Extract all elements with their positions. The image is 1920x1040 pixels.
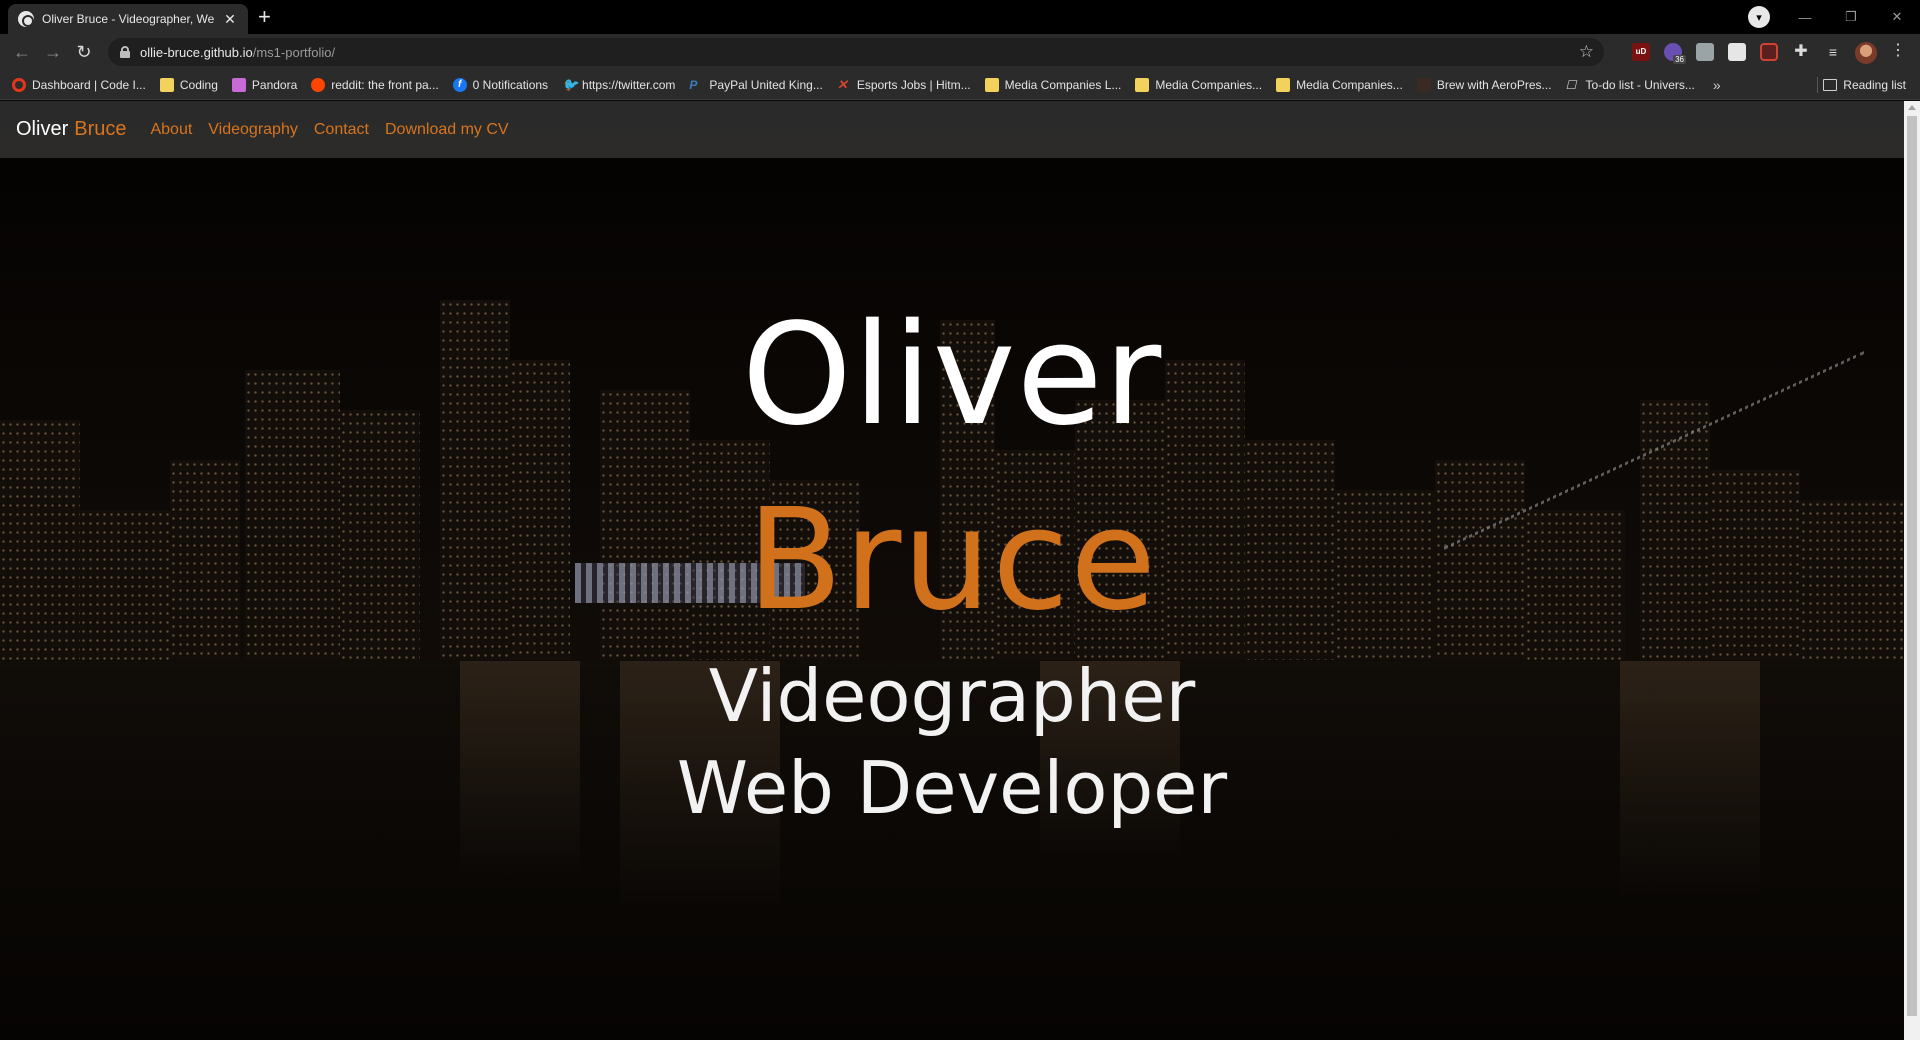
browser-tab[interactable]: Oliver Bruce - Videographer, Web ✕ — [8, 4, 248, 34]
forward-icon[interactable]: → — [41, 41, 65, 63]
folder-icon — [1135, 77, 1150, 92]
bookmark-item[interactable]: reddit: the front pa... — [311, 77, 439, 92]
reading-list-label: Reading list — [1843, 78, 1906, 92]
extension-icon[interactable] — [1728, 43, 1746, 61]
bookmark-item[interactable]: 🐦 https://twitter.com — [562, 76, 675, 92]
bookmark-star-icon[interactable]: ☆ — [1579, 42, 1594, 62]
restore-button[interactable]: ❐ — [1828, 9, 1874, 25]
site-brand[interactable]: Oliver Bruce — [16, 118, 126, 141]
avatar[interactable] — [1855, 42, 1877, 64]
hitmarker-icon: ✕ — [836, 76, 848, 92]
tab-title: Oliver Bruce - Videographer, Web — [42, 12, 214, 26]
url-path: /ms1-portfolio/ — [252, 44, 336, 60]
tab-search-icon[interactable]: ▾ — [1748, 6, 1770, 28]
extension-icon[interactable] — [1760, 43, 1778, 61]
pandora-icon — [231, 77, 246, 92]
url-host: ollie-bruce.github.io — [140, 44, 253, 60]
lock-icon[interactable] — [120, 46, 130, 58]
site-navbar: Oliver Bruce About Videography Contact Do… — [0, 101, 1904, 158]
bookmark-item[interactable]: Media Companies L... — [984, 77, 1121, 92]
bookmark-item[interactable]: Dashboard | Code I... — [12, 77, 146, 92]
close-tab-icon[interactable]: ✕ — [222, 11, 238, 28]
globe-icon — [18, 11, 34, 27]
reading-list-icon — [1823, 79, 1838, 91]
nav-link-about[interactable]: About — [150, 121, 192, 139]
bookmark-item[interactable]: ✕ Esports Jobs | Hitm... — [836, 76, 971, 92]
bookmark-item[interactable]: P PayPal United King... — [689, 78, 822, 92]
bookmarks-bar: Dashboard | Code I... Coding Pandora red… — [0, 70, 1920, 100]
bookmark-item[interactable]: ☐ To-do list - Univers... — [1566, 78, 1695, 92]
aeropress-icon — [1416, 77, 1431, 92]
brand-first-name: Oliver — [16, 118, 69, 140]
reading-list-button[interactable]: Reading list — [1823, 70, 1906, 100]
scroll-up-arrow-icon[interactable] — [1908, 105, 1916, 110]
address-bar[interactable]: ollie-bruce.github.io /ms1-portfolio/ ☆ — [108, 38, 1604, 66]
close-window-button[interactable]: ✕ — [1874, 9, 1920, 25]
extension-icon[interactable]: 36 — [1664, 43, 1686, 64]
hero-first-name: Oliver — [741, 294, 1163, 457]
bookmark-item[interactable]: Coding — [159, 77, 218, 92]
code-institute-icon — [12, 77, 26, 92]
extensions-puzzle-icon[interactable]: ✚ — [1792, 43, 1810, 61]
extension-icon[interactable] — [1696, 43, 1714, 61]
facebook-icon: f — [452, 77, 467, 92]
nav-link-contact[interactable]: Contact — [314, 121, 369, 139]
minimize-button[interactable]: — — [1782, 10, 1828, 25]
new-tab-button[interactable]: + — [258, 5, 271, 29]
ublock-icon[interactable]: uD — [1632, 43, 1650, 61]
bookmark-item[interactable]: f0 Notifications — [452, 77, 548, 92]
folder-icon — [159, 77, 174, 92]
paypal-icon: P — [689, 77, 698, 92]
page-viewport: Oliver Bruce About Videography Contact Do… — [0, 101, 1904, 1040]
more-bookmarks-icon[interactable]: » — [1713, 77, 1721, 93]
tab-strip: Oliver Bruce - Videographer, Web ✕ + ▾ —… — [0, 0, 1920, 34]
back-icon[interactable]: ← — [10, 41, 34, 63]
twitter-icon: 🐦 — [562, 76, 579, 92]
scrollbar-thumb[interactable] — [1907, 116, 1917, 1016]
page-scrollbar[interactable] — [1904, 101, 1920, 1040]
bookmark-item[interactable]: Media Companies... — [1135, 77, 1262, 92]
reload-icon[interactable]: ↻ — [72, 41, 96, 63]
reddit-icon — [311, 77, 326, 92]
bookmark-item[interactable]: Media Companies... — [1276, 77, 1403, 92]
hero-role-videographer: Videographer — [708, 654, 1196, 738]
kebab-menu-icon[interactable]: ⋮ — [1890, 40, 1906, 60]
todo-icon: ☐ — [1565, 77, 1577, 92]
folder-icon — [1276, 77, 1291, 92]
folder-icon — [984, 77, 999, 92]
hero-role-web-developer: Web Developer — [676, 746, 1228, 830]
brand-last-name: Bruce — [74, 118, 127, 140]
browser-toolbar: ← → ↻ ollie-bruce.github.io /ms1-portfol… — [0, 34, 1920, 70]
bookmarks-divider — [1817, 77, 1818, 93]
nav-link-videography[interactable]: Videography — [208, 121, 298, 139]
window-controls: ▾ — ❐ ✕ — [1748, 0, 1920, 34]
bookmark-item[interactable]: Brew with AeroPres... — [1416, 77, 1552, 92]
media-control-icon[interactable]: ≡ — [1824, 43, 1842, 61]
hero-last-name: Bruce — [746, 479, 1158, 642]
extension-badge: 36 — [1673, 55, 1686, 64]
bookmark-item[interactable]: Pandora — [231, 77, 297, 92]
nav-link-download-cv[interactable]: Download my CV — [385, 121, 509, 139]
